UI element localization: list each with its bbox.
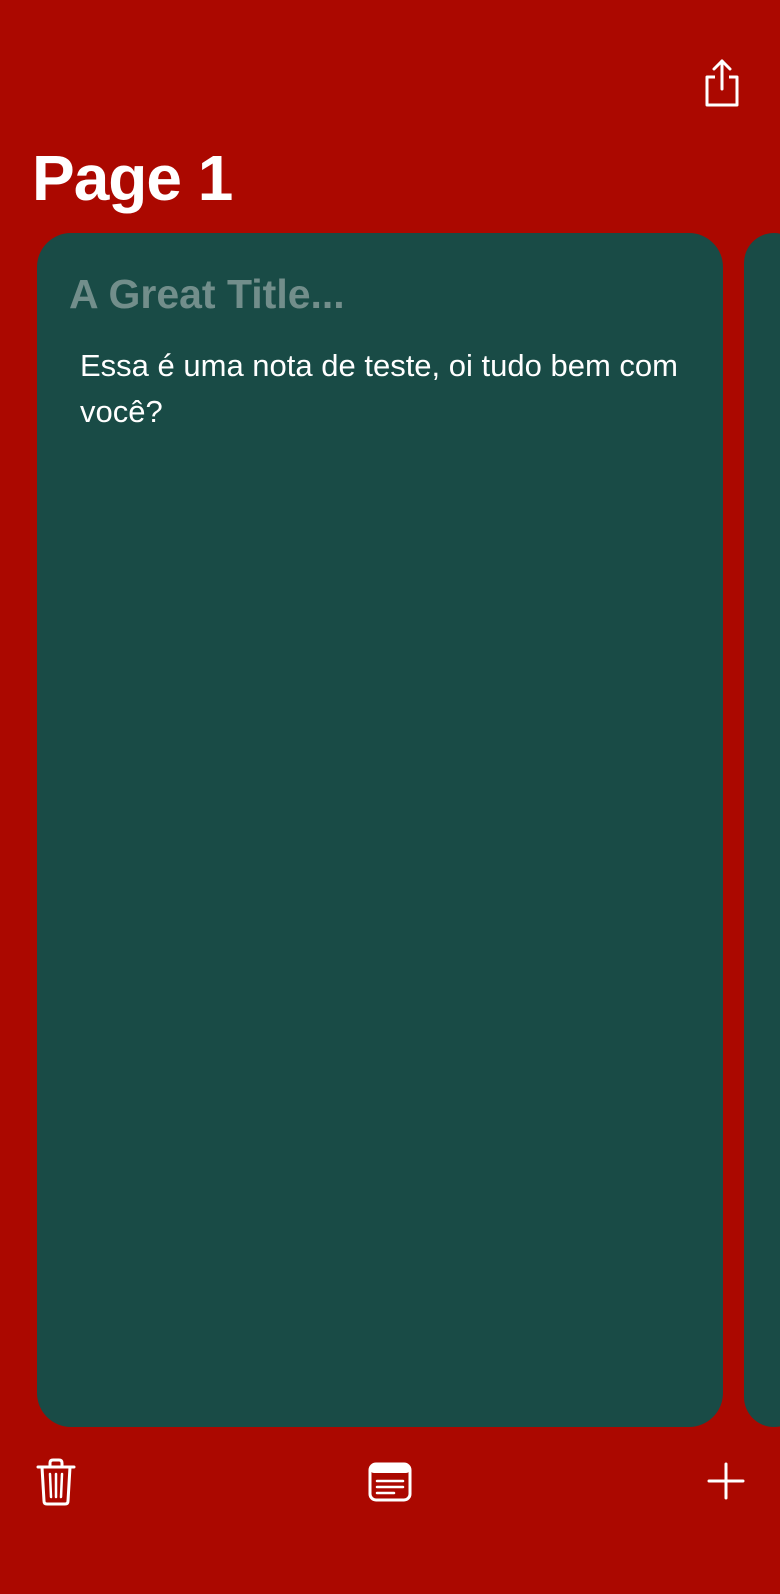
note-body-text[interactable]: Essa é uma nota de teste, oi tudo bem co… [80,343,680,435]
delete-button[interactable] [32,1454,80,1510]
note-card[interactable]: A Great Title... Essa é uma nota de test… [37,233,723,1427]
next-note-card[interactable] [744,233,780,1427]
add-note-button[interactable] [703,1458,749,1504]
notes-list-button[interactable] [364,1458,416,1506]
share-button[interactable] [696,54,748,112]
page-title: Page 1 [32,142,233,214]
trash-icon [36,1458,76,1506]
note-title-input[interactable]: A Great Title... [69,269,345,319]
share-icon [705,59,739,107]
notes-list-icon [368,1462,412,1502]
plus-icon [707,1462,745,1500]
